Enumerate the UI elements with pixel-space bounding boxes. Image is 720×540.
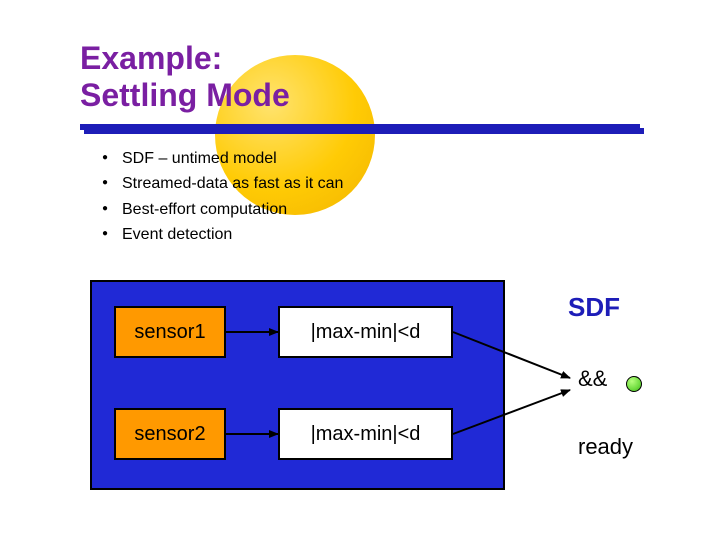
bullet-item: Best-effort computation (102, 197, 650, 223)
bullet-list: SDF – untimed model Streamed-data as fas… (102, 146, 650, 248)
bullet-item: Event detection (102, 222, 650, 248)
slide-title: Example: Settling Mode (80, 40, 650, 114)
slide: Example: Settling Mode SDF – untimed mod… (0, 0, 720, 540)
output-token-icon (626, 376, 642, 392)
connectors (90, 280, 650, 505)
bullet-item: SDF – untimed model (102, 146, 650, 172)
ready-label: ready (578, 434, 633, 460)
sdf-label: SDF (568, 292, 620, 323)
title-line-1: Example: (80, 40, 650, 77)
bullet-item: Streamed-data as fast as it can (102, 171, 650, 197)
diagram: sensor1 sensor2 |max-min|<d |max-min|<d … (90, 280, 650, 505)
and-label: && (578, 366, 607, 392)
title-line-2: Settling Mode (80, 77, 650, 114)
underline-bar (80, 124, 640, 130)
title-underline (80, 124, 650, 134)
